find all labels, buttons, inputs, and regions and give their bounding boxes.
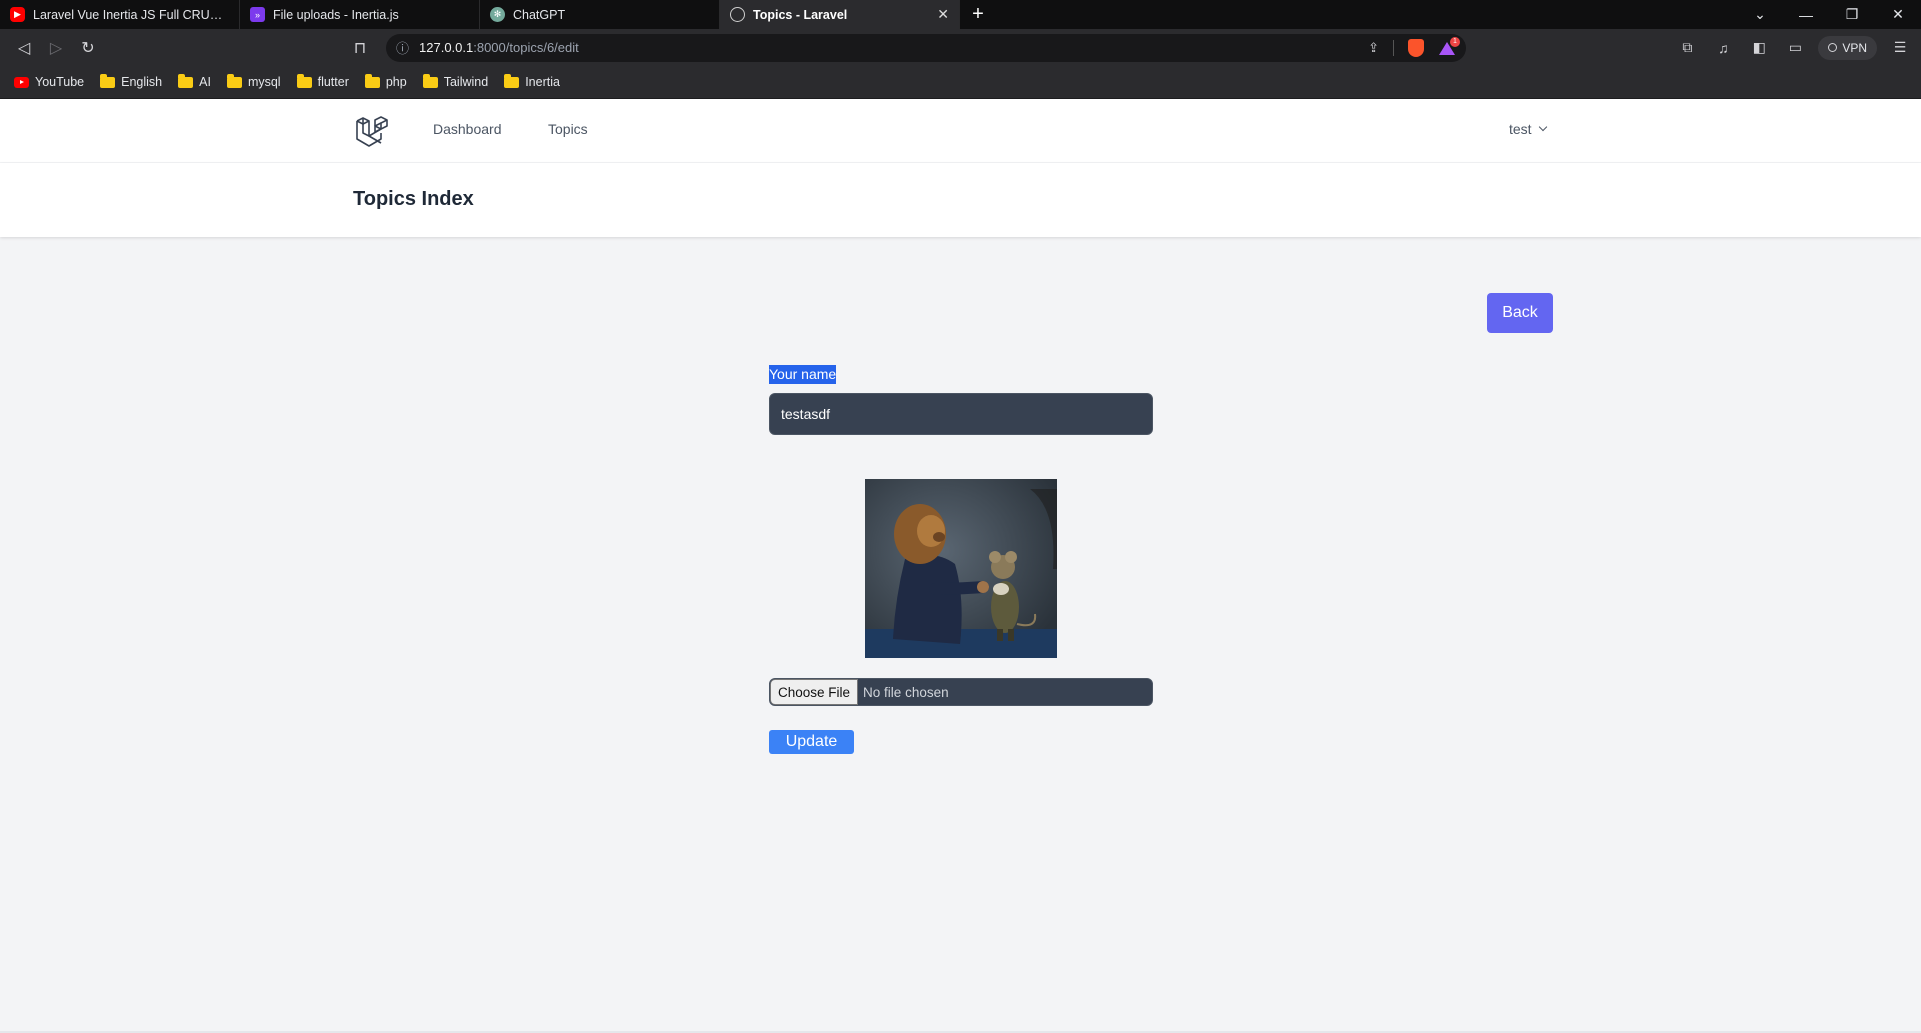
media-icon[interactable]: ♫ [1710, 35, 1736, 61]
youtube-icon: ▶ [10, 7, 25, 22]
bookmark-label: YouTube [35, 75, 85, 89]
folder-icon [226, 73, 242, 88]
bookmark-item[interactable]: YouTube [14, 75, 84, 89]
name-label: Your name [769, 365, 837, 384]
toolbar-actions: ⧉ ♫ ◧ ▭ VPN ☰ [1674, 35, 1921, 61]
brave-shields-icon[interactable] [1408, 38, 1424, 57]
app-navbar: Dashboard Topics test [0, 99, 1921, 163]
vpn-button[interactable]: VPN [1818, 35, 1877, 60]
bookmark-label: AI [199, 75, 211, 89]
bookmark-label: Inertia [525, 75, 560, 89]
window-controls: ⌄ — ❐ ✕ [1737, 0, 1921, 29]
name-input[interactable] [769, 393, 1153, 435]
laravel-logo-icon[interactable] [354, 114, 390, 150]
site-info-icon[interactable]: ⓘ [396, 38, 409, 57]
bookmark-item[interactable]: Tailwind [422, 73, 489, 89]
file-upload-input[interactable]: Choose File No file chosen [769, 678, 1153, 706]
browser-tab[interactable]: » File uploads - Inertia.js [240, 0, 480, 29]
folder-icon [422, 73, 438, 88]
nav-link-topics[interactable]: Topics [548, 121, 588, 137]
menu-icon[interactable]: ☰ [1887, 35, 1913, 61]
bookmarks-bar: YouTube English AI mysql flutter php Tai… [0, 66, 1921, 99]
folder-icon [504, 73, 520, 88]
user-name: test [1509, 121, 1532, 137]
bookmark-label: php [385, 75, 407, 89]
globe-icon [730, 7, 745, 22]
url-path: :8000/topics/6/edit [473, 40, 579, 55]
sidebar-icon[interactable]: ◧ [1746, 35, 1772, 61]
lion-and-mouse-illustration [865, 479, 1057, 658]
close-tab-icon[interactable]: ✕ [937, 6, 949, 23]
browser-tab-bar: ▶ Laravel Vue Inertia JS Full CRUD Appli… [0, 0, 1921, 29]
folder-icon [178, 73, 194, 88]
browser-toolbar: ◁ ▷ ↻ ⊓ ⓘ 127.0.0.1:8000/topics/6/edit ⇪… [0, 29, 1921, 66]
file-status-text: No file chosen [863, 684, 949, 700]
bookmark-item[interactable]: php [364, 73, 407, 89]
reload-icon[interactable]: ↻ [72, 32, 104, 64]
bookmark-page-icon[interactable]: ⊓ [344, 32, 376, 64]
bookmark-label: English [121, 75, 163, 89]
nav-link-dashboard[interactable]: Dashboard [433, 121, 502, 137]
tab-title: Laravel Vue Inertia JS Full CRUD Applic [33, 7, 229, 22]
browser-tab-active[interactable]: Topics - Laravel ✕ [720, 0, 960, 29]
youtube-icon [14, 76, 29, 88]
bookmark-item[interactable]: English [100, 73, 163, 89]
chevron-down-icon [1538, 122, 1547, 132]
bookmark-label: mysql [247, 75, 281, 89]
forward-nav-icon[interactable]: ▷ [40, 32, 72, 64]
vpn-label: VPN [1842, 40, 1867, 55]
bookmark-label: Tailwind [443, 75, 489, 89]
bookmark-item[interactable]: mysql [226, 73, 281, 89]
tab-title: File uploads - Inertia.js [273, 7, 399, 22]
tab-title: Topics - Laravel [753, 7, 848, 22]
browser-tab[interactable]: ▶ Laravel Vue Inertia JS Full CRUD Appli… [0, 0, 240, 29]
extensions-icon[interactable]: ⧉ [1674, 35, 1700, 61]
choose-file-button[interactable]: Choose File [770, 679, 859, 705]
tab-title: ChatGPT [513, 7, 566, 22]
wallet-icon[interactable]: ▭ [1782, 35, 1808, 61]
tab-search-icon[interactable]: ⌄ [1737, 0, 1783, 29]
bookmark-item[interactable]: flutter [296, 73, 349, 89]
folder-icon [364, 73, 380, 88]
close-window-icon[interactable]: ✕ [1875, 0, 1921, 29]
address-bar[interactable]: ⓘ 127.0.0.1:8000/topics/6/edit ⇪ 1 [386, 33, 1466, 62]
rewards-badge: 1 [1450, 36, 1460, 47]
bookmark-label: flutter [317, 75, 349, 89]
chatgpt-icon: ✻ [490, 7, 505, 22]
url-host: 127.0.0.1 [419, 40, 474, 55]
brave-rewards-icon[interactable]: 1 [1438, 36, 1460, 56]
minimize-icon[interactable]: — [1783, 0, 1829, 29]
folder-icon [100, 73, 116, 88]
browser-tab[interactable]: ✻ ChatGPT [480, 0, 720, 29]
bookmark-item[interactable]: Inertia [504, 73, 560, 89]
share-icon[interactable]: ⇪ [1368, 40, 1379, 56]
bookmark-item[interactable]: AI [178, 73, 211, 89]
back-nav-icon[interactable]: ◁ [8, 32, 40, 64]
update-button[interactable]: Update [769, 730, 854, 754]
new-tab-button[interactable]: + [960, 0, 996, 29]
inertia-icon: » [250, 7, 265, 22]
topic-image [865, 479, 1057, 658]
page-header: Topics Index [0, 163, 1921, 237]
folder-icon [296, 73, 312, 88]
page-title: Topics Index [353, 188, 474, 210]
restore-icon[interactable]: ❐ [1829, 0, 1875, 29]
vpn-icon [1828, 43, 1838, 52]
user-menu-dropdown[interactable]: test [1509, 121, 1547, 137]
back-button[interactable]: Back [1487, 293, 1553, 333]
